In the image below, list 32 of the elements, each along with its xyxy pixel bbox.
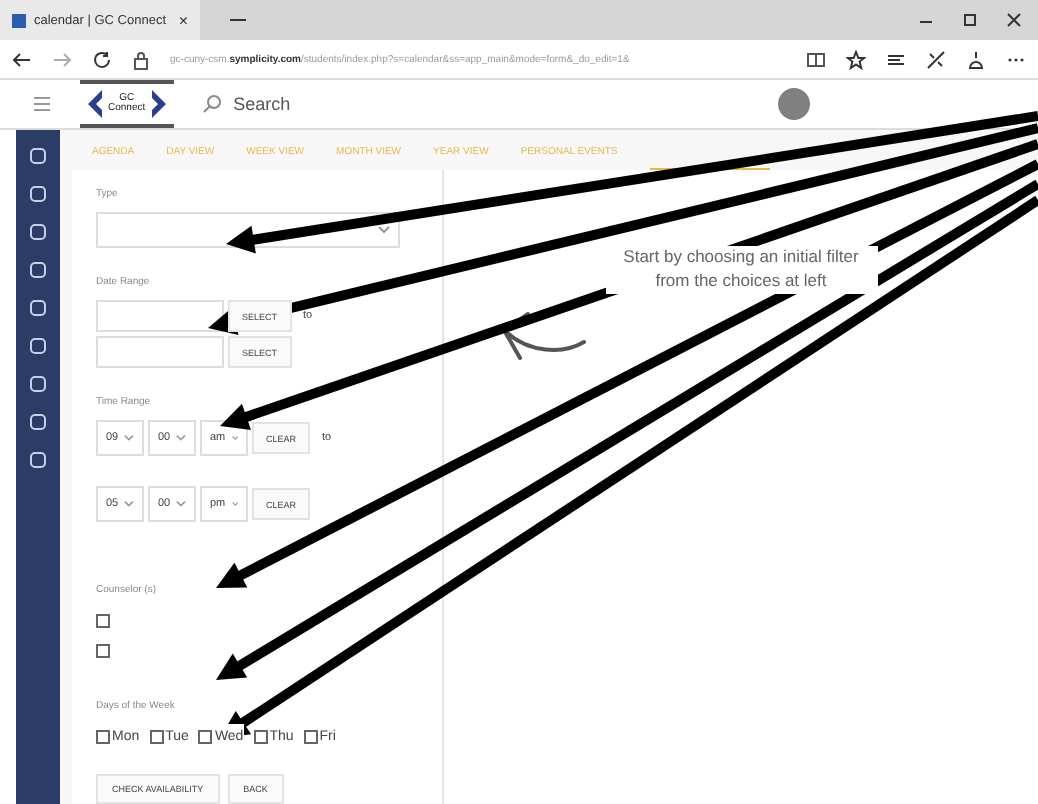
pen-icon[interactable] xyxy=(926,49,946,69)
checkbox[interactable] xyxy=(96,614,110,628)
chevron-icon xyxy=(176,434,186,442)
chevron-icon xyxy=(124,434,134,442)
search-icon xyxy=(201,94,222,114)
close-tab-button[interactable]: × xyxy=(178,11,188,29)
checkbox[interactable] xyxy=(253,730,268,744)
avatar[interactable] xyxy=(778,88,810,120)
chevron-icon xyxy=(231,434,238,442)
date-field[interactable] xyxy=(96,300,224,332)
lock-icon xyxy=(132,49,150,69)
maximize-icon[interactable] xyxy=(962,12,978,28)
checkbox[interactable] xyxy=(96,644,110,658)
close-icon[interactable] xyxy=(1006,12,1022,28)
reading-view-icon[interactable] xyxy=(806,49,826,69)
back-icon[interactable] xyxy=(12,49,32,69)
chevron-icon xyxy=(378,226,390,234)
share-icon[interactable] xyxy=(966,49,986,69)
chevron-icon xyxy=(124,500,134,508)
date-field[interactable] xyxy=(96,336,224,368)
checkbox[interactable] xyxy=(198,730,213,744)
hint-message: Start by choosing an initial filter from the choices at left xyxy=(605,246,877,294)
hub-icon[interactable] xyxy=(886,49,906,69)
menu-icon[interactable] xyxy=(32,94,52,114)
page-icon xyxy=(12,13,26,27)
checkbox[interactable] xyxy=(303,730,318,744)
checkbox[interactable] xyxy=(96,730,110,744)
checkbox[interactable] xyxy=(149,730,164,744)
star-icon[interactable] xyxy=(846,49,866,69)
refresh-icon[interactable] xyxy=(92,49,112,69)
chevron-icon xyxy=(231,500,238,508)
chevron-icon xyxy=(176,500,186,508)
